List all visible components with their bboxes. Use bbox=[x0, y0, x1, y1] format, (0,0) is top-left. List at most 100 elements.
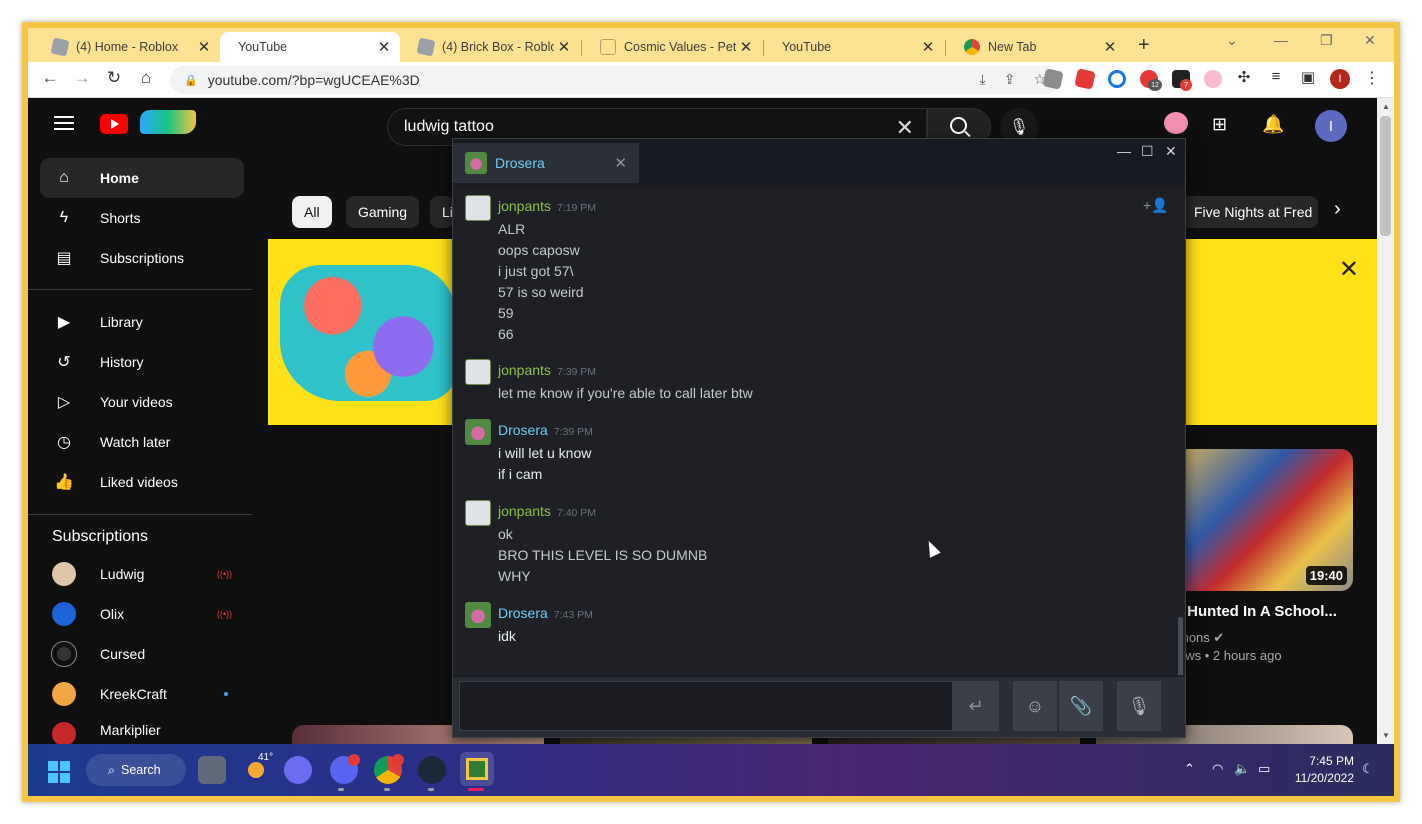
taskbar-search-button[interactable]: ⌕ Search bbox=[86, 754, 186, 786]
subscription-item-kreekcraft[interactable]: KreekCraft bbox=[40, 674, 244, 714]
game-app-icon-active[interactable] bbox=[460, 752, 494, 786]
sidebar-item-your-videos[interactable]: ▷ Your videos bbox=[40, 382, 244, 422]
chat-message-list[interactable]: +👤 jonpants 7:19 PM ALR oops caposw i jus… bbox=[453, 187, 1185, 675]
weather-icon[interactable]: 41° bbox=[242, 752, 273, 784]
sidebar-item-history[interactable]: ↺ History bbox=[40, 342, 244, 382]
browser-tab-youtube-2[interactable]: YouTube ✕ bbox=[764, 32, 944, 118]
chrome-taskbar-icon[interactable] bbox=[374, 754, 404, 784]
back-arrow-icon[interactable]: ← bbox=[38, 68, 62, 88]
subscription-item-ludwig[interactable]: Ludwig ((•)) bbox=[40, 554, 244, 594]
browser-tab-new-tab[interactable]: New Tab ✕ bbox=[946, 32, 1126, 62]
notifications-moon-icon[interactable]: ☾ bbox=[1362, 761, 1374, 777]
tab-search-chevron-icon[interactable]: ⌄ bbox=[1226, 32, 1238, 49]
wifi-icon[interactable]: ◠ bbox=[1212, 761, 1223, 777]
chip-all[interactable]: All bbox=[292, 196, 332, 228]
sender-name[interactable]: jonpants 7:40 PM bbox=[498, 503, 596, 519]
show-hidden-icons-chevron[interactable]: ⌃ bbox=[1184, 761, 1195, 777]
minimize-chat-icon[interactable]: — bbox=[1117, 143, 1131, 159]
close-tab-icon[interactable]: ✕ bbox=[374, 38, 394, 56]
pig-extension-icon[interactable] bbox=[1204, 70, 1222, 88]
browser-menu-icon[interactable]: ⋮ bbox=[1364, 68, 1380, 88]
add-friend-to-chat-icon[interactable]: +👤 bbox=[1143, 197, 1169, 214]
send-message-button[interactable]: ↵ bbox=[953, 681, 999, 731]
notifications-bell-icon[interactable]: 🔔 bbox=[1262, 114, 1284, 135]
chat-message-input[interactable] bbox=[459, 681, 953, 731]
close-tab-icon[interactable]: ✕ bbox=[918, 38, 938, 56]
subscription-item-markiplier[interactable]: Markiplier bbox=[40, 714, 244, 744]
sender-name[interactable]: Drosera 7:39 PM bbox=[498, 422, 593, 438]
emoticon-button[interactable]: ☺ bbox=[1013, 681, 1057, 731]
discord-icon[interactable] bbox=[330, 754, 360, 784]
close-window-icon[interactable]: ✕ bbox=[1364, 32, 1376, 49]
chip-gaming[interactable]: Gaming bbox=[346, 196, 420, 228]
browser-profile-avatar[interactable]: I bbox=[1330, 69, 1350, 89]
subscription-item-cursed[interactable]: Cursed bbox=[40, 634, 244, 674]
refresh-extension-icon[interactable] bbox=[1108, 70, 1126, 88]
sidebar-item-watch-later[interactable]: ◷ Watch later bbox=[40, 422, 244, 462]
roblox-red-extension-icon[interactable] bbox=[1074, 68, 1096, 90]
video-chat-icon[interactable] bbox=[284, 756, 312, 784]
sender-name[interactable]: jonpants 7:19 PM bbox=[498, 198, 596, 214]
restore-window-icon[interactable]: ❐ bbox=[1320, 32, 1333, 49]
reload-icon[interactable]: ↻ bbox=[102, 68, 126, 88]
chips-next-arrow-icon[interactable]: › bbox=[1334, 198, 1341, 221]
close-tab-icon[interactable]: ✕ bbox=[194, 38, 214, 56]
close-tab-icon[interactable]: ✕ bbox=[554, 38, 574, 56]
dark-extension-icon[interactable]: 7 bbox=[1172, 70, 1192, 91]
youtube-doodle-icon[interactable] bbox=[140, 110, 196, 134]
task-view-icon[interactable] bbox=[198, 756, 226, 784]
chip-partial[interactable]: Li bbox=[430, 196, 454, 228]
browser-tab-brick-box[interactable]: (4) Brick Box - Roblox ✕ bbox=[400, 32, 580, 62]
media-queue-icon[interactable]: ≡ bbox=[1264, 68, 1288, 85]
chip-five-nights[interactable]: Five Nights at Fred bbox=[1182, 196, 1318, 228]
home-icon[interactable]: ⌂ bbox=[134, 68, 158, 88]
browser-tab-youtube-active[interactable]: YouTube ✕ bbox=[220, 32, 400, 118]
install-icon[interactable]: ⤓ bbox=[980, 71, 986, 88]
scrollbar-thumb[interactable] bbox=[1380, 116, 1391, 236]
sidebar-item-library[interactable]: ▶ Library bbox=[40, 302, 244, 342]
scroll-up-icon[interactable]: ▲ bbox=[1382, 102, 1390, 111]
sidebar-item-subscriptions[interactable]: ▤ Subscriptions bbox=[40, 238, 244, 278]
roblox-extension-icon[interactable] bbox=[1042, 68, 1064, 90]
windows-start-icon[interactable] bbox=[48, 761, 70, 783]
sender-name[interactable]: jonpants 7:39 PM bbox=[498, 362, 596, 378]
forward-arrow-icon[interactable]: → bbox=[70, 68, 94, 88]
puzzle-extensions-icon[interactable]: ✣ bbox=[1232, 68, 1256, 86]
create-video-icon[interactable]: ⊞ bbox=[1212, 114, 1227, 135]
new-tab-plus-icon[interactable]: + bbox=[1138, 34, 1150, 57]
page-scrollbar[interactable]: ▲ ▼ bbox=[1377, 98, 1394, 744]
scroll-down-icon[interactable]: ▼ bbox=[1382, 731, 1390, 740]
notification-extension-icon[interactable]: 12 bbox=[1140, 70, 1162, 91]
maximize-chat-icon[interactable]: ☐ bbox=[1141, 143, 1154, 160]
video-title[interactable]: t Hunted In A School... bbox=[1178, 603, 1337, 620]
steam-icon[interactable] bbox=[418, 756, 446, 784]
share-icon[interactable]: ⇪ bbox=[1004, 71, 1016, 88]
chat-scrollbar-thumb[interactable] bbox=[1178, 617, 1183, 675]
close-tab-icon[interactable]: ✕ bbox=[1100, 38, 1120, 56]
subscription-item-olix[interactable]: Olix ((•)) bbox=[40, 594, 244, 634]
battery-icon[interactable]: ▭ bbox=[1258, 761, 1270, 777]
voice-chat-button[interactable]: 🎙 bbox=[1117, 681, 1161, 731]
volume-icon[interactable]: 🔈 bbox=[1234, 761, 1250, 777]
chat-tab-drosera[interactable]: Drosera ✕ bbox=[453, 143, 639, 183]
pig-avatar-icon[interactable] bbox=[1164, 112, 1188, 134]
sender-name[interactable]: Drosera 7:43 PM bbox=[498, 605, 593, 621]
address-bar[interactable]: 🔒 youtube.com/?bp=wgUCEAE%3D ⤓ ⇪ ☆ bbox=[170, 66, 1060, 94]
sidebar-item-shorts[interactable]: ϟ Shorts bbox=[40, 198, 244, 238]
close-tab-icon[interactable]: ✕ bbox=[736, 38, 756, 56]
attach-file-button[interactable]: 📎 bbox=[1059, 681, 1103, 731]
taskbar-clock[interactable]: 7:45 PM 11/20/2022 bbox=[1284, 753, 1354, 787]
browser-tab-roblox-home[interactable]: (4) Home - Roblox ✕ bbox=[34, 32, 220, 62]
close-chat-icon[interactable]: ✕ bbox=[1165, 143, 1177, 160]
sidebar-item-liked-videos[interactable]: 👍 Liked videos bbox=[40, 462, 244, 502]
video-thumbnail[interactable]: 19:40 bbox=[1175, 449, 1353, 591]
sidebar-item-home[interactable]: ⌂ Home bbox=[40, 158, 244, 198]
close-banner-icon[interactable]: ✕ bbox=[1339, 255, 1359, 284]
minimize-window-icon[interactable]: — bbox=[1274, 32, 1288, 48]
youtube-account-avatar[interactable]: I bbox=[1315, 110, 1347, 142]
side-panel-icon[interactable]: ▣ bbox=[1296, 68, 1320, 86]
hamburger-menu-icon[interactable] bbox=[54, 116, 74, 130]
browser-tab-cosmic-values[interactable]: Cosmic Values - Pet Si ✕ bbox=[582, 32, 762, 62]
youtube-logo-icon[interactable] bbox=[100, 114, 128, 134]
close-chat-tab-icon[interactable]: ✕ bbox=[614, 154, 627, 172]
